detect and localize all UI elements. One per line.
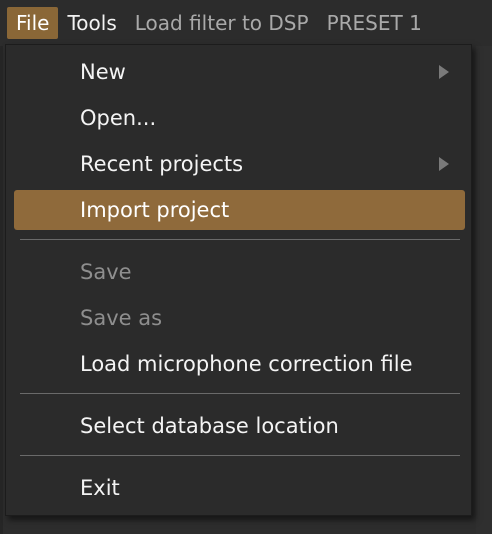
menu-item-new[interactable]: New bbox=[14, 52, 465, 92]
menu-tools[interactable]: Tools bbox=[58, 7, 125, 39]
background-edge bbox=[0, 46, 3, 534]
menu-item-label: New bbox=[80, 60, 126, 84]
menu-item-label: Save bbox=[80, 260, 132, 284]
menu-preset[interactable]: PRESET 1 bbox=[318, 7, 431, 39]
menu-item-select-database-location[interactable]: Select database location bbox=[14, 406, 465, 446]
menu-item-label: Recent projects bbox=[80, 152, 244, 176]
background-area bbox=[476, 46, 492, 534]
menu-separator bbox=[20, 455, 460, 456]
menu-item-open[interactable]: Open... bbox=[14, 98, 465, 138]
menu-item-exit[interactable]: Exit bbox=[14, 468, 465, 508]
menu-item-load-microphone-correction[interactable]: Load microphone correction file bbox=[14, 344, 465, 384]
menu-item-label: Import project bbox=[80, 198, 230, 222]
menu-item-label: Save as bbox=[80, 306, 163, 330]
menu-load-filter-to-dsp[interactable]: Load filter to DSP bbox=[126, 7, 318, 39]
submenu-arrow-icon bbox=[439, 65, 449, 79]
submenu-arrow-icon bbox=[439, 157, 449, 171]
file-menu-dropdown: New Open... Recent projects Import proje… bbox=[5, 44, 472, 516]
menu-item-save: Save bbox=[14, 252, 465, 292]
menu-item-recent-projects[interactable]: Recent projects bbox=[14, 144, 465, 184]
menu-separator bbox=[20, 239, 460, 240]
menu-item-label: Exit bbox=[80, 476, 120, 500]
menu-separator bbox=[20, 393, 460, 394]
menu-bar: File Tools Load filter to DSP PRESET 1 bbox=[0, 0, 492, 46]
app-window: File Tools Load filter to DSP PRESET 1 N… bbox=[0, 0, 492, 534]
menu-item-label: Select database location bbox=[80, 414, 339, 438]
menu-file[interactable]: File bbox=[7, 7, 59, 39]
menu-item-label: Open... bbox=[80, 106, 157, 130]
menu-item-save-as: Save as bbox=[14, 298, 465, 338]
menu-item-import-project[interactable]: Import project bbox=[14, 190, 465, 230]
menu-item-label: Load microphone correction file bbox=[80, 352, 413, 376]
